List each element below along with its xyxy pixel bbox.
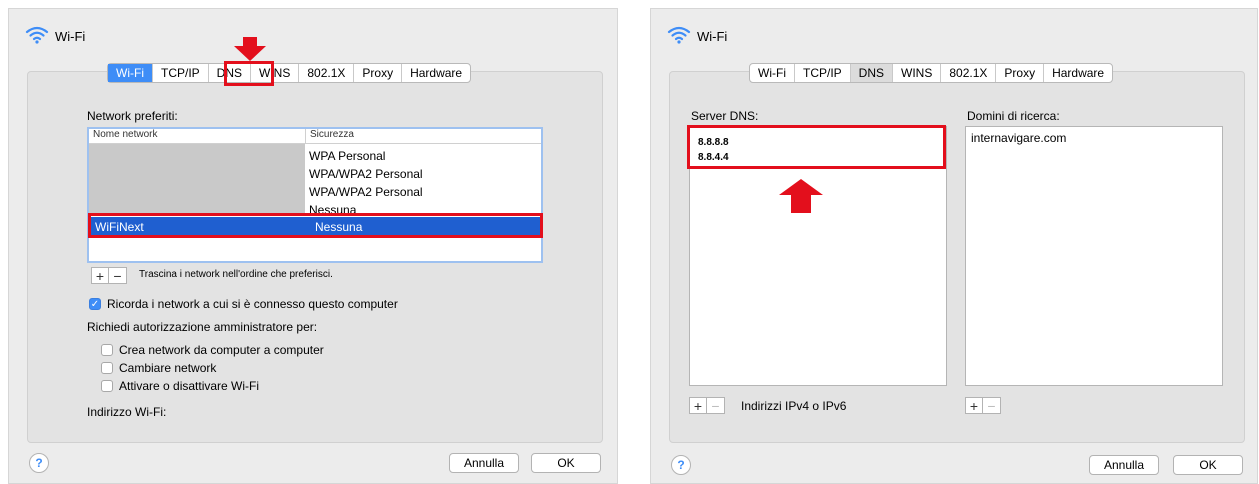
remember-networks-label: Ricorda i network a cui si è connesso qu… xyxy=(107,297,398,311)
window-title-text: Wi-Fi xyxy=(697,28,728,44)
ok-button[interactable]: OK xyxy=(1173,455,1243,475)
table-row[interactable]: WPA/WPA2 Personal xyxy=(309,183,423,201)
down-arrow-annotation xyxy=(234,37,266,61)
help-icon[interactable]: ? xyxy=(29,453,49,473)
wifi-icon xyxy=(25,26,49,47)
wifi-address-label: Indirizzo Wi-Fi: xyxy=(87,405,167,419)
tab-proxy[interactable]: Proxy xyxy=(996,64,1045,82)
tab-tcpip[interactable]: TCP/IP xyxy=(153,64,209,82)
admin-option-label: Crea network da computer a computer xyxy=(119,343,324,357)
domain-add-remove-buttons: + − xyxy=(965,397,1001,414)
tab-wifi[interactable]: Wi-Fi xyxy=(108,64,153,82)
wifi-icon xyxy=(667,26,691,47)
tab-8021x[interactable]: 802.1X xyxy=(299,64,355,82)
tab-wifi[interactable]: Wi-Fi xyxy=(750,64,795,82)
tab-hardware[interactable]: Hardware xyxy=(402,64,470,82)
preferred-networks-table[interactable]: Nome network Sicurezza WPA Personal WPA/… xyxy=(87,127,543,263)
checkbox-box xyxy=(101,380,113,392)
wifi-preferences-panel-left: Wi-Fi Wi-Fi TCP/IP DNS WINS 802.1X Proxy… xyxy=(8,8,618,484)
tab-bar: Wi-Fi TCP/IP DNS WINS 802.1X Proxy Hardw… xyxy=(107,63,472,83)
admin-toggle-wifi-checkbox[interactable]: Attivare o disattivare Wi-Fi xyxy=(101,379,259,393)
dns-servers-label: Server DNS: xyxy=(691,109,759,123)
window-title: Wi-Fi xyxy=(667,26,727,46)
cancel-button[interactable]: Annulla xyxy=(449,453,519,473)
remember-networks-checkbox[interactable]: ✓ Ricorda i network a cui si è connesso … xyxy=(89,297,398,311)
table-row[interactable]: WPA/WPA2 Personal xyxy=(309,165,423,183)
tab-wins[interactable]: WINS xyxy=(893,64,942,82)
window-title: Wi-Fi xyxy=(25,26,85,46)
add-network-button[interactable]: + xyxy=(91,267,109,284)
tab-8021x[interactable]: 802.1X xyxy=(941,64,997,82)
search-domains-list[interactable]: internavigare.com xyxy=(965,126,1223,386)
table-header: Nome network Sicurezza xyxy=(89,129,541,144)
security-column: WPA Personal WPA/WPA2 Personal WPA/WPA2 … xyxy=(309,147,423,219)
drag-hint-text: Trascina i network nell'ordine che prefe… xyxy=(139,269,333,280)
remove-domain-button[interactable]: − xyxy=(983,397,1001,414)
add-domain-button[interactable]: + xyxy=(965,397,983,414)
admin-create-network-checkbox[interactable]: Crea network da computer a computer xyxy=(101,343,324,357)
remove-network-button[interactable]: − xyxy=(109,267,127,284)
add-dns-button[interactable]: + xyxy=(689,397,707,414)
wifi-preferences-panel-right: Wi-Fi Wi-Fi TCP/IP DNS WINS 802.1X Proxy… xyxy=(650,8,1258,484)
remove-dns-button[interactable]: − xyxy=(707,397,725,414)
admin-option-label: Cambiare network xyxy=(119,361,217,375)
network-name-cell: WiFiNext xyxy=(95,219,144,234)
checkbox-box xyxy=(101,362,113,374)
search-domain-entry[interactable]: internavigare.com xyxy=(971,131,1066,145)
admin-required-label: Richiedi autorizzazione amministratore p… xyxy=(87,320,318,334)
preferred-networks-label: Network preferiti: xyxy=(87,109,178,123)
search-domains-label: Domini di ricerca: xyxy=(967,109,1060,123)
dns-entries: 8.8.8.8 8.8.4.4 xyxy=(698,135,729,165)
table-row-selected[interactable]: WiFiNext Nessuna xyxy=(89,217,541,236)
dns-servers-list[interactable]: 8.8.8.8 8.8.4.4 xyxy=(689,126,947,386)
tab-dns[interactable]: DNS xyxy=(209,64,251,82)
up-arrow-annotation xyxy=(779,179,823,213)
add-remove-buttons: + − xyxy=(91,267,127,284)
checkbox-box xyxy=(101,344,113,356)
tab-proxy[interactable]: Proxy xyxy=(354,64,403,82)
ok-button[interactable]: OK xyxy=(531,453,601,473)
admin-option-label: Attivare o disattivare Wi-Fi xyxy=(119,379,260,393)
admin-change-network-checkbox[interactable]: Cambiare network xyxy=(101,361,216,375)
cancel-button[interactable]: Annulla xyxy=(1089,455,1159,475)
window-title-text: Wi-Fi xyxy=(55,28,86,44)
dns-server-entry[interactable]: 8.8.4.4 xyxy=(698,150,729,165)
tab-tcpip[interactable]: TCP/IP xyxy=(795,64,851,82)
checkmark-icon: ✓ xyxy=(89,298,101,310)
help-icon[interactable]: ? xyxy=(671,455,691,475)
tab-bar: Wi-Fi TCP/IP DNS WINS 802.1X Proxy Hardw… xyxy=(749,63,1114,83)
dns-server-entry[interactable]: 8.8.8.8 xyxy=(698,135,729,150)
security-cell: Nessuna xyxy=(315,219,363,234)
table-row[interactable]: WPA Personal xyxy=(309,147,423,165)
tab-dns[interactable]: DNS xyxy=(850,64,893,82)
tab-hardware[interactable]: Hardware xyxy=(1044,64,1112,82)
ip-hint-text: Indirizzi IPv4 o IPv6 xyxy=(741,399,847,413)
column-header-security[interactable]: Sicurezza xyxy=(306,129,354,143)
dns-add-remove-buttons: + − xyxy=(689,397,725,414)
tab-wins[interactable]: WINS xyxy=(251,64,300,82)
column-header-name[interactable]: Nome network xyxy=(89,129,306,143)
redacted-network-names xyxy=(89,144,305,214)
